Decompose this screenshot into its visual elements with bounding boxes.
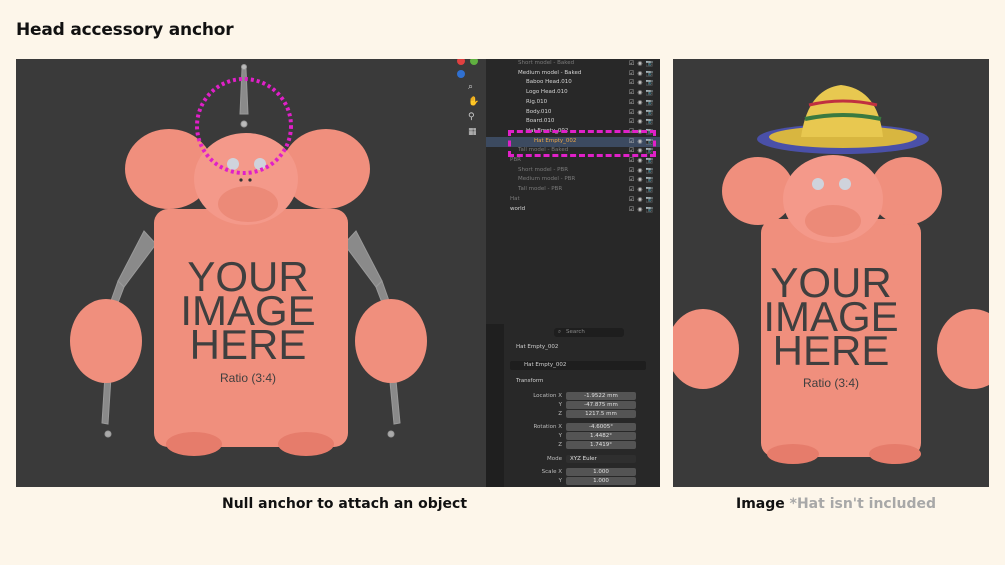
gizmo-y-icon xyxy=(470,59,478,65)
visibility-icons[interactable]: ☑◉📷 xyxy=(629,167,656,174)
outliner-row[interactable]: Board.010 ☑◉📷 xyxy=(486,117,660,127)
outliner-row[interactable]: Logo Head.010 ☑◉📷 xyxy=(486,88,660,98)
location-x-field[interactable]: -1.9522 mm xyxy=(566,392,636,400)
outliner-row-label: Hat xyxy=(510,195,520,202)
left-arm xyxy=(70,299,142,383)
outliner-panel: Short model - Baked ☑◉📷 Medium model - Bak… xyxy=(486,59,660,324)
outliner-row[interactable]: Medium model - PBR ☑◉📷 xyxy=(486,175,660,185)
outliner-row-label: Tall model - PBR xyxy=(518,186,563,193)
outliner-row-label: Body.010 xyxy=(526,108,552,115)
rotation-x-field[interactable]: -4.6005° xyxy=(566,423,636,431)
caption-left: Null anchor to attach an object xyxy=(222,496,468,512)
visibility-icons[interactable]: ☑◉📷 xyxy=(629,60,656,67)
visibility-icons[interactable]: ☑◉📷 xyxy=(629,118,656,125)
rotation-mode-select[interactable]: XYZ Euler xyxy=(566,455,636,463)
bone-head xyxy=(239,68,249,115)
search-input[interactable]: ⌕ Search xyxy=(554,328,624,337)
visibility-icons[interactable]: ☑◉📷 xyxy=(629,157,656,164)
outliner-row-label: Short model - PBR xyxy=(518,166,569,173)
svg-text:Ratio (3:4): Ratio (3:4) xyxy=(803,376,859,390)
outliner-row[interactable]: PBR ☑◉📷 xyxy=(486,156,660,166)
outliner-row[interactable]: Rig.010 ☑◉📷 xyxy=(486,98,660,108)
hand-icon: ✋ xyxy=(468,95,479,107)
grid-icon: ▦ xyxy=(468,127,477,137)
bone-left-upper xyxy=(117,230,157,288)
properties-tabs[interactable] xyxy=(486,324,504,487)
outliner-row[interactable]: Medium model - Baked ☑◉📷 xyxy=(486,69,660,79)
bone-right-upper xyxy=(343,230,383,288)
visibility-icons[interactable]: ☑◉📷 xyxy=(629,79,656,86)
3d-viewport[interactable]: YOUR IMAGE HERE Ratio (3:4) ⌕ ✋ ⚲ ▦ xyxy=(16,59,486,487)
svg-text:HERE: HERE xyxy=(773,327,890,374)
rotation-y-field[interactable]: 1.4482° xyxy=(566,432,636,440)
search-icon: ⌕ xyxy=(558,329,562,335)
visibility-icons[interactable]: ☑◉📷 xyxy=(629,206,656,213)
outliner-row[interactable]: Short model - PBR ☑◉📷 xyxy=(486,166,660,176)
zoom-icon: ⌕ xyxy=(468,82,473,92)
scale-x-field[interactable]: 1.000 xyxy=(566,468,636,476)
outliner-row[interactable]: Baboo Head.010 ☑◉📷 xyxy=(486,78,660,88)
outliner-row-label: world xyxy=(510,205,526,212)
outliner-row[interactable]: Hat ☑◉📷 xyxy=(486,195,660,205)
camera-icon: ⚲ xyxy=(468,112,475,122)
location-z-field[interactable]: 1217.5 mm xyxy=(566,410,636,418)
object-name: Hat Empty_002 xyxy=(516,344,559,350)
outliner-row-label: Board.010 xyxy=(526,118,555,125)
visibility-icons[interactable]: ☑◉📷 xyxy=(629,176,656,183)
caption-right-note: *Hat isn't included xyxy=(789,496,937,512)
outliner-row-label: Medium model - PBR xyxy=(518,176,576,183)
properties-header: ⌕ Search xyxy=(508,328,656,337)
outliner-row-label: Medium model - Baked xyxy=(518,69,582,76)
visibility-icons[interactable]: ☑◉📷 xyxy=(629,196,656,203)
location-y-field[interactable]: -47.875 mm xyxy=(566,401,636,409)
caption-right-main: Image xyxy=(736,496,785,512)
outliner-row[interactable]: Body.010 ☑◉📷 xyxy=(486,108,660,118)
mockup-line-3: HERE xyxy=(190,321,307,368)
visibility-icons[interactable]: ☑◉📷 xyxy=(629,186,656,193)
rotation-z-field[interactable]: 1.7419° xyxy=(566,441,636,449)
viewport-scene: YOUR IMAGE HERE Ratio (3:4) ⌕ ✋ ⚲ ▦ xyxy=(70,59,479,456)
outliner-row-label: Baboo Head.010 xyxy=(526,79,572,86)
object-name-field[interactable]: Hat Empty_002 xyxy=(510,361,646,370)
visibility-icons[interactable]: ☑◉📷 xyxy=(629,109,656,116)
page-title: Head accessory anchor xyxy=(16,20,234,40)
visibility-icons[interactable]: ☑◉📷 xyxy=(629,99,656,106)
outliner-highlight-box xyxy=(508,130,656,157)
outliner-row-label: PBR xyxy=(510,157,521,163)
render-scene: YOUR IMAGE HERE Ratio (3:4) xyxy=(673,85,989,464)
right-arm xyxy=(355,299,427,383)
properties-panel: ⌕ Search Hat Empty_002 Hat Empty_002 Tra… xyxy=(486,324,660,487)
gizmo-x-icon xyxy=(457,59,465,65)
visibility-icons[interactable]: ☑◉📷 xyxy=(629,70,656,77)
hat-crown xyxy=(801,85,883,137)
caption-right: Image *Hat isn't included xyxy=(736,496,936,512)
visibility-icons[interactable]: ☑◉📷 xyxy=(629,89,656,96)
outliner-row[interactable]: Short model - Baked ☑◉📷 xyxy=(486,59,660,69)
scale-y-field[interactable]: 1.000 xyxy=(566,477,636,485)
search-placeholder: Search xyxy=(566,329,585,335)
transform-section[interactable]: Transform xyxy=(516,378,543,384)
outliner-row[interactable]: world ☑◉📷 xyxy=(486,205,660,215)
render-preview: YOUR IMAGE HERE Ratio (3:4) xyxy=(673,59,989,487)
outliner-row-label: Short model - Baked xyxy=(518,60,575,66)
gizmo-z-icon xyxy=(457,70,465,78)
outliner-row-label: Logo Head.010 xyxy=(526,89,568,96)
outliner-row[interactable]: Tall model - PBR ☑◉📷 xyxy=(486,185,660,195)
outliner-row-label: Rig.010 xyxy=(526,98,548,105)
mockup-ratio: Ratio (3:4) xyxy=(220,371,276,385)
